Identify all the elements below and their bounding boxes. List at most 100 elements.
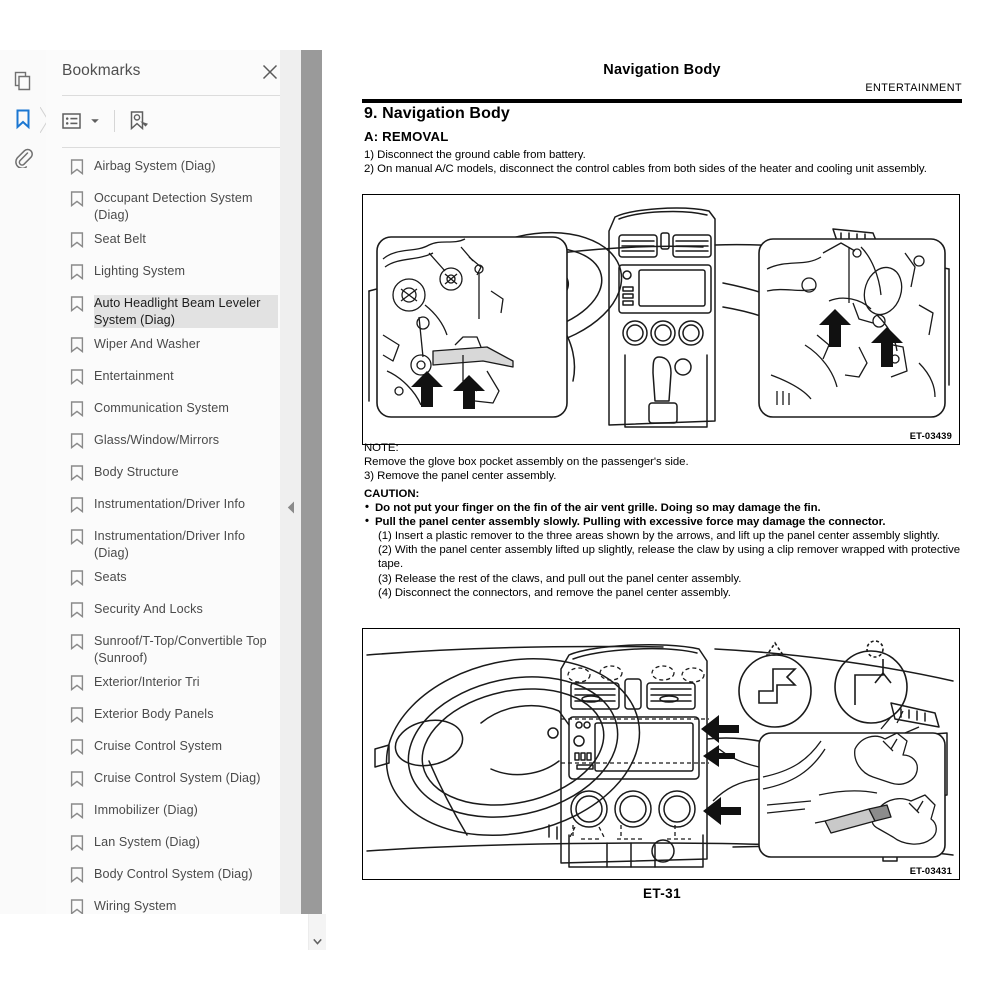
find-current-bookmark-button[interactable] — [124, 106, 154, 136]
bookmark-tree[interactable]: Airbag System (Diag) Occupant Detection S… — [46, 154, 284, 914]
caution-heading: CAUTION: — [364, 488, 420, 500]
bookmark-icon — [70, 834, 86, 856]
bookmark-item[interactable]: Seats — [46, 565, 284, 597]
bookmark-icon — [70, 674, 86, 696]
bookmark-label: Sunroof/T-Top/Convertible Top (Sunroof) — [94, 634, 267, 665]
bookmark-item[interactable]: Lighting System — [46, 259, 284, 291]
bookmark-item[interactable]: Sunroof/T-Top/Convertible Top (Sunroof) — [46, 629, 284, 670]
caution-bullet: Pull the panel center assembly slowly. P… — [364, 514, 962, 529]
bookmark-item[interactable]: Security And Locks — [46, 597, 284, 629]
document-area-background — [301, 50, 322, 914]
bookmark-item[interactable]: Airbag System (Diag) — [46, 154, 284, 186]
pages-icon — [12, 70, 34, 92]
caution-substep: (1) Insert a plastic remover to the thre… — [378, 530, 940, 543]
figure-dashboard-removal: ET-03439 — [362, 194, 960, 445]
bookmarks-panel-header: Bookmarks — [46, 50, 300, 94]
bookmark-item[interactable]: Body Control System (Diag) — [46, 862, 284, 894]
caution-substep: (4) Disconnect the connectors, and remov… — [378, 586, 731, 599]
paperclip-icon — [12, 146, 34, 168]
bookmark-icon — [70, 866, 86, 888]
bookmark-item[interactable]: Entertainment — [46, 364, 284, 396]
bookmark-label: Cruise Control System — [94, 739, 223, 753]
bookmark-item[interactable]: Wiring System — [46, 894, 284, 914]
collapse-panel-handle[interactable] — [282, 475, 299, 539]
chevron-left-icon — [287, 501, 294, 513]
navigation-pane-rail — [0, 50, 49, 914]
close-panel-button[interactable] — [260, 62, 280, 82]
bookmark-icon — [70, 770, 86, 792]
bookmark-item[interactable]: Cruise Control System — [46, 734, 284, 766]
bookmark-label: Airbag System (Diag) — [94, 159, 216, 173]
bookmark-item[interactable]: Glass/Window/Mirrors — [46, 428, 284, 460]
bookmark-item[interactable]: Exterior Body Panels — [46, 702, 284, 734]
bookmark-icon — [70, 336, 86, 358]
removal-step-3: 3) Remove the panel center assembly. — [364, 470, 557, 483]
bookmark-item[interactable]: Instrumentation/Driver Info — [46, 492, 284, 524]
bookmark-label: Lan System (Diag) — [94, 835, 200, 849]
bookmark-icon — [70, 528, 86, 550]
bookmark-label: Body Control System (Diag) — [94, 867, 253, 881]
bookmark-options-button[interactable] — [62, 106, 106, 136]
bookmark-label: Lighting System — [94, 264, 186, 278]
attachments-button[interactable] — [6, 140, 40, 174]
bookmark-icon — [70, 158, 86, 180]
bookmark-icon — [70, 634, 84, 651]
figure-panel-center-removal: ET-03431 — [362, 628, 960, 880]
figure-1-illustration — [368, 207, 950, 428]
bookmark-item[interactable]: Wiper And Washer — [46, 332, 284, 364]
bookmark-item[interactable]: Occupant Detection System (Diag) — [46, 186, 284, 227]
bookmark-icon — [70, 159, 84, 176]
bookmark-icon — [70, 263, 86, 285]
bookmark-item[interactable]: Instrumentation/Driver Info (Diag) — [46, 524, 284, 565]
bookmark-label: Auto Headlight Beam Leveler System (Diag… — [94, 295, 278, 328]
bookmark-icon — [70, 496, 86, 518]
bookmark-item[interactable]: Immobilizer (Diag) — [46, 798, 284, 830]
bookmark-label: Communication System — [94, 401, 229, 415]
bookmark-item[interactable]: Lan System (Diag) — [46, 830, 284, 862]
section-heading: 9. Navigation Body — [364, 105, 510, 122]
bookmark-icon — [70, 803, 84, 820]
bookmark-icon — [70, 771, 84, 788]
caution-bullet-list: Do not put your finger on the fin of the… — [364, 500, 962, 529]
scroll-down-button[interactable] — [309, 933, 326, 950]
note-body: Remove the glove box pocket assembly on … — [364, 456, 689, 469]
bookmark-icon — [12, 108, 34, 130]
bookmark-label: Occupant Detection System (Diag) — [94, 191, 253, 222]
bookmark-icon — [70, 232, 84, 249]
bookmark-icon — [70, 464, 86, 486]
bookmarks-toolbar — [46, 102, 300, 144]
page-running-title: Navigation Body — [603, 62, 721, 78]
bookmark-icon — [70, 465, 84, 482]
bookmark-label: Body Structure — [94, 465, 179, 479]
panel-header-divider — [62, 95, 284, 96]
bookmark-icon — [70, 899, 84, 914]
panel-toolbar-divider — [62, 147, 284, 148]
bookmark-label: Security And Locks — [94, 602, 203, 616]
bookmark-label: Seats — [94, 570, 127, 584]
bookmarks-panel: Bookmarks Airbag System (Diag) Occupant … — [46, 50, 326, 950]
bookmark-item[interactable]: Communication System — [46, 396, 284, 428]
figure-1-id: ET-03439 — [908, 430, 953, 441]
bookmarks-panel-title: Bookmarks — [62, 62, 141, 79]
bookmark-icon — [70, 337, 84, 354]
bookmark-icon — [70, 497, 84, 514]
bookmark-item[interactable]: Body Structure — [46, 460, 284, 492]
bookmark-icon — [70, 633, 86, 655]
caution-bullet: Do not put your finger on the fin of the… — [364, 500, 962, 515]
bookmark-icon — [70, 835, 84, 852]
caution-substep-list: (1) Insert a plastic remover to the thre… — [364, 529, 962, 599]
page-thumbnails-button[interactable] — [6, 64, 40, 98]
bookmarks-button[interactable] — [6, 102, 40, 136]
bookmark-label: Immobilizer (Diag) — [94, 803, 198, 817]
bookmark-item[interactable]: Cruise Control System (Diag) — [46, 766, 284, 798]
caution-substep: (3) Release the rest of the claws, and p… — [378, 572, 742, 585]
bookmark-item[interactable]: Exterior/Interior Tri — [46, 670, 284, 702]
bookmark-label: Wiper And Washer — [94, 337, 201, 351]
bookmark-item[interactable]: Auto Headlight Beam Leveler System (Diag… — [46, 291, 284, 332]
viewer-frame: Bookmarks Airbag System (Diag) Occupant … — [0, 50, 1000, 950]
bookmark-icon — [70, 898, 86, 914]
bookmark-item[interactable]: Seat Belt — [46, 227, 284, 259]
bookmark-icon — [70, 264, 84, 281]
find-bookmark-icon — [130, 111, 148, 131]
header-rule — [362, 99, 962, 103]
